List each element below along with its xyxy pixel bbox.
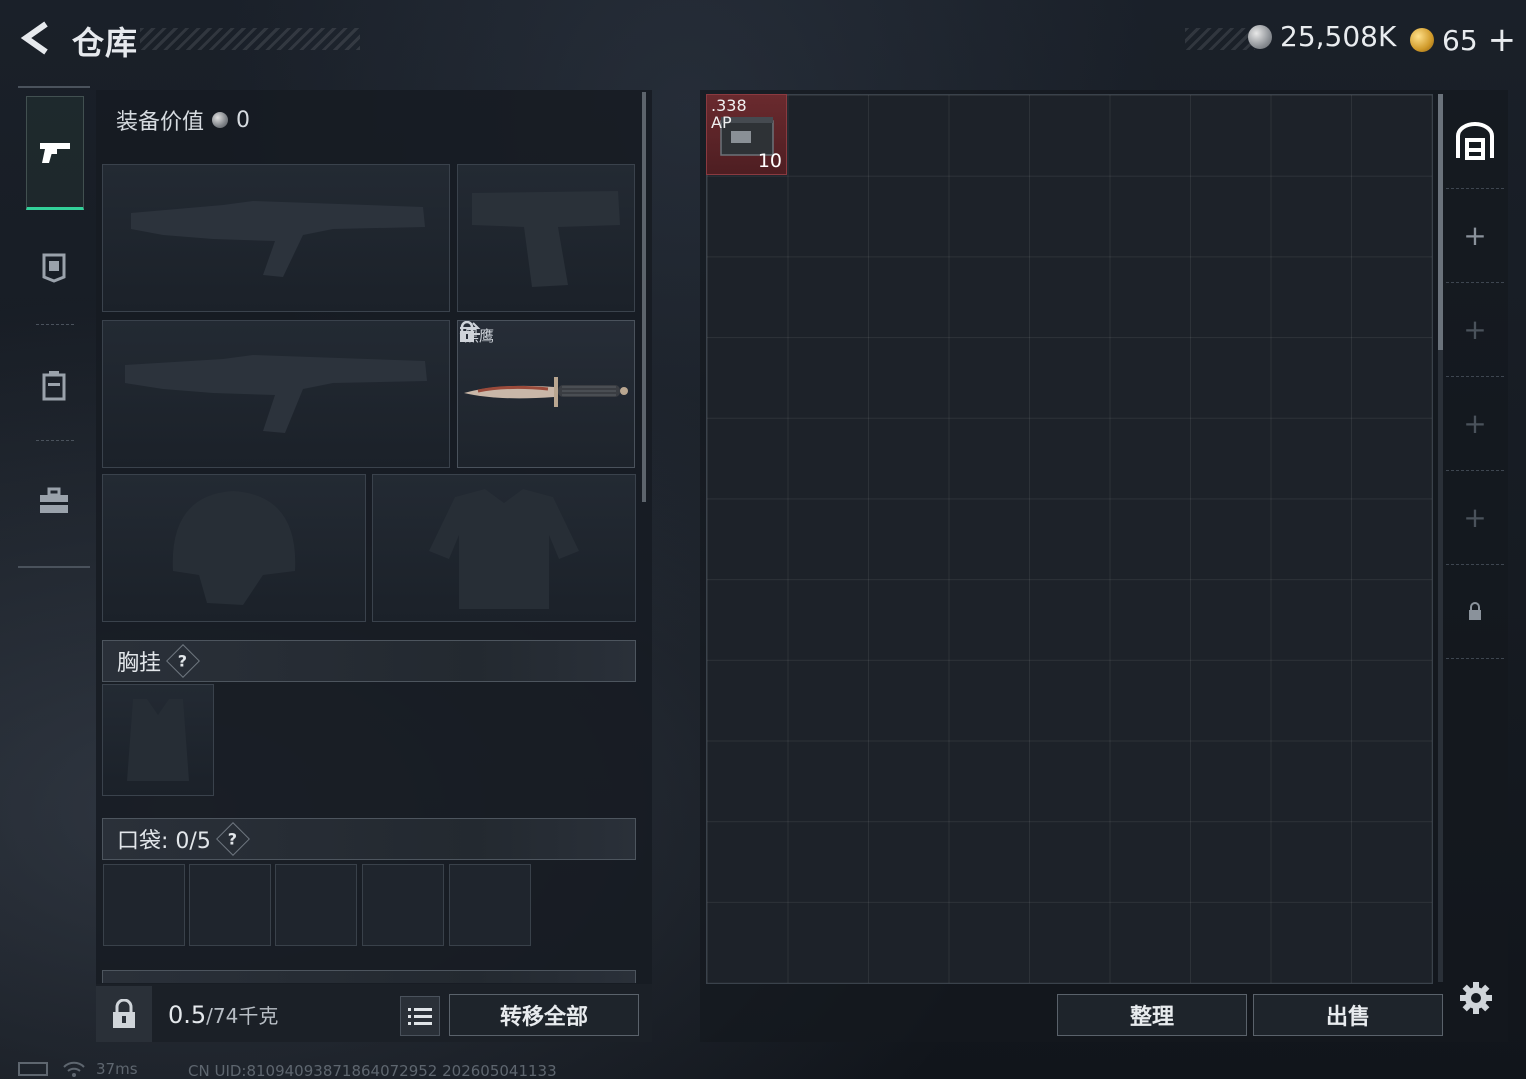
pocket-slot[interactable] <box>103 864 185 946</box>
pocket-header: 口袋: 0/5 ? <box>102 818 636 860</box>
pocket-label: 口袋: 0/5 <box>117 829 211 854</box>
body-armor-silhouette-icon <box>429 489 579 609</box>
pocket-slot[interactable] <box>275 864 357 946</box>
weight-current: 0.5 <box>168 1001 207 1029</box>
pistol-icon <box>40 143 70 163</box>
gear-icon[interactable] <box>1458 980 1494 1016</box>
stash-page-rail: + + + + <box>1446 94 1504 694</box>
plus-icon: + <box>1463 500 1487 534</box>
currency-primary: 25,508K <box>1248 20 1396 53</box>
sell-button[interactable]: 出售 <box>1253 994 1443 1036</box>
tab-armor[interactable] <box>26 212 82 322</box>
tab-backpack[interactable] <box>26 330 82 440</box>
stash-page-main[interactable] <box>1446 94 1504 189</box>
pistol-silhouette-icon <box>472 191 620 287</box>
stash-grid[interactable] <box>706 94 1433 984</box>
pistol-slot[interactable] <box>457 164 635 312</box>
equipment-scrollbar[interactable] <box>642 92 646 502</box>
pocket-slot[interactable] <box>189 864 271 946</box>
rifle-silhouette-icon <box>131 201 425 277</box>
rail-divider <box>36 324 74 325</box>
helmet-slot[interactable] <box>102 474 366 622</box>
add-currency-button[interactable]: + <box>1488 20 1517 60</box>
title-decoration <box>140 28 360 50</box>
ammo-name: .338 AP <box>711 96 747 132</box>
help-icon[interactable]: ? <box>215 822 250 856</box>
lock-icon <box>460 321 474 342</box>
rifle-silhouette-icon <box>125 355 427 433</box>
currency-primary-value: 25,508K <box>1280 20 1397 53</box>
page-title: 仓库 <box>72 24 139 62</box>
list-view-button[interactable] <box>400 996 440 1036</box>
knife-icon <box>464 377 628 407</box>
pocket-slot[interactable] <box>449 864 531 946</box>
primary-weapon-slot[interactable] <box>102 164 450 312</box>
status-bar: 37ms <box>18 1060 138 1078</box>
sort-button[interactable]: 整理 <box>1057 994 1247 1036</box>
add-stash-page-button[interactable]: + <box>1446 282 1504 377</box>
add-stash-page-button[interactable]: + <box>1446 470 1504 565</box>
wifi-icon <box>63 1061 85 1077</box>
weight-max: /74千克 <box>206 1004 279 1028</box>
equipment-value-label: 装备价值 <box>116 110 205 135</box>
ammo-item[interactable]: .338 AP 10 <box>706 94 787 175</box>
currency-secondary-value: 65 <box>1442 23 1478 57</box>
locked-stash-page[interactable] <box>1446 564 1504 659</box>
plus-icon: + <box>1463 218 1487 252</box>
chest-rig-header: 胸挂 ? <box>102 640 636 682</box>
silver-coin-icon <box>1248 24 1272 49</box>
melee-slot[interactable]: 黑鹰 <box>457 320 635 468</box>
weight-display: 0.5/74千克 <box>168 1000 278 1029</box>
helmet-silhouette-icon <box>172 491 296 605</box>
pocket-slot[interactable] <box>362 864 444 946</box>
list-icon <box>408 1008 432 1025</box>
chest-rig-silhouette-icon <box>127 699 189 781</box>
equipment-value-amount: 0 <box>236 107 251 133</box>
next-section-header <box>102 970 636 983</box>
currency-decoration <box>1185 28 1255 50</box>
chest-rig-slot[interactable] <box>102 684 214 796</box>
uid-text: CN UID:8109409387186407295​2 20260504113… <box>188 1062 557 1079</box>
plus-icon: + <box>1463 312 1487 346</box>
weight-lock-button[interactable] <box>96 986 152 1042</box>
help-icon[interactable]: ? <box>166 644 200 678</box>
ping-value: 37ms <box>96 1060 138 1078</box>
add-stash-page-button[interactable]: + <box>1446 188 1504 283</box>
warehouse-screen: 仓库 25,508K 65 + 装备价值 0 黑鹰 胸挂 ? 口袋: 0/5 ?… <box>0 0 1526 1079</box>
storage-icon <box>1456 122 1494 160</box>
category-rail <box>18 86 90 568</box>
equipment-value: 装备价值 0 <box>116 104 250 136</box>
helmet-icon <box>42 253 66 283</box>
add-stash-page-button[interactable]: + <box>1446 376 1504 471</box>
back-arrow-icon[interactable] <box>18 20 54 56</box>
gold-coin-icon <box>1410 28 1434 52</box>
backpack-icon <box>42 371 66 401</box>
secondary-weapon-slot[interactable] <box>102 320 450 468</box>
lock-icon <box>113 999 135 1028</box>
currency-secondary[interactable]: 65 + <box>1410 20 1516 60</box>
tab-case[interactable] <box>26 446 82 556</box>
silver-coin-icon <box>212 112 229 128</box>
lock-icon <box>1469 602 1481 620</box>
armor-slot[interactable] <box>372 474 636 622</box>
pocket-count: 0/5 <box>175 829 211 854</box>
ammo-quantity: 10 <box>757 150 782 172</box>
toolbox-icon <box>40 487 68 513</box>
tab-weapons[interactable] <box>26 96 84 210</box>
plus-icon: + <box>1463 406 1487 440</box>
battery-icon <box>18 1062 48 1076</box>
transfer-all-button[interactable]: 转移全部 <box>449 994 639 1036</box>
rail-divider <box>36 440 74 441</box>
stash-scrollbar-thumb[interactable] <box>1438 94 1443 350</box>
chest-rig-label: 胸挂 <box>117 651 162 676</box>
